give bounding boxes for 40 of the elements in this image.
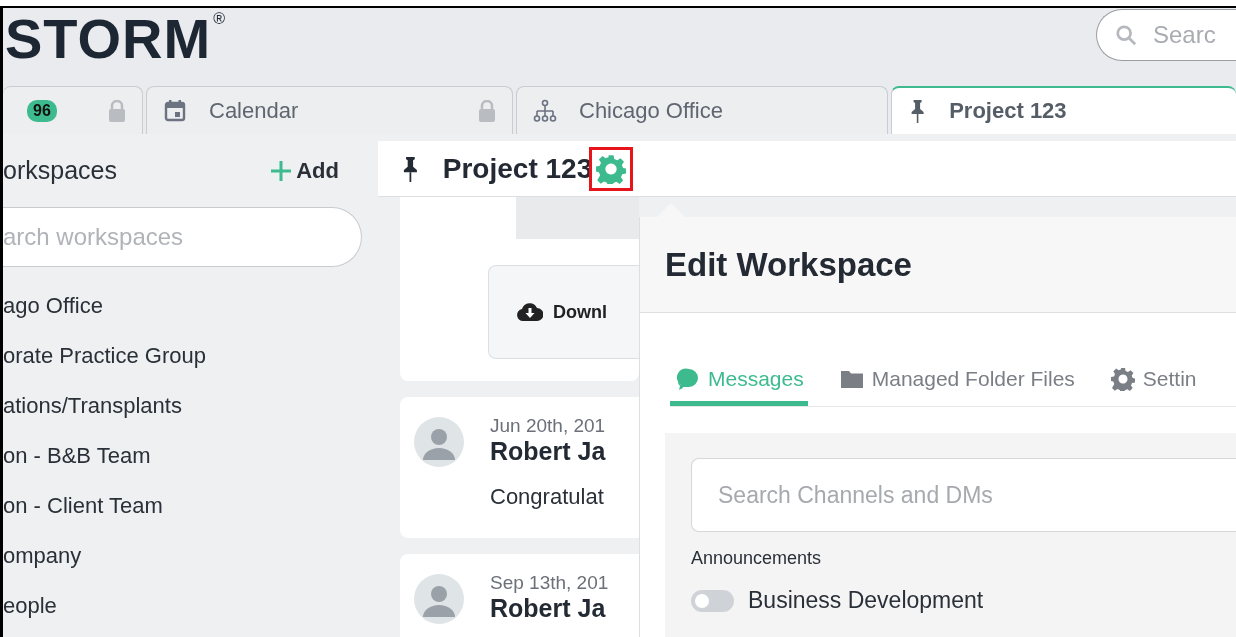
workspace-tab[interactable]: Chicago Office [516,86,888,134]
sidebar-item[interactable]: ations/Transplants [3,381,375,431]
calendar-icon [163,98,187,123]
sidebar-item[interactable]: orate Practice Group [3,331,375,381]
gear-icon [596,153,627,184]
message-date: Jun 20th, 201 [490,415,606,437]
message-date: Sep 13th, 201 [490,572,609,594]
cloud-download-icon [517,303,543,321]
sidebar-item[interactable]: eople [3,581,375,631]
message-text: Congratulat [490,484,605,510]
author-name: Robert Ja [490,594,607,623]
workspace-tab[interactable]: 96 [3,86,143,134]
hierarchy-icon [533,98,557,123]
chat-icon [676,367,700,391]
search-icon [1115,24,1137,46]
sidebar-item[interactable]: ago Office [3,281,375,331]
sidebar-title: orkspaces [3,156,117,185]
channel-name: Business Development [748,587,984,614]
sidebar-item[interactable]: on - Client Team [3,481,375,531]
gear-icon [1110,367,1135,391]
add-button[interactable]: Add [270,157,339,184]
download-button[interactable]: Downl [517,301,607,323]
avatar-icon [414,417,464,467]
brand-logo: STORM$^{®}$ [5,11,226,67]
count-badge: 96 [27,99,57,122]
section-label: Announcements [691,548,823,569]
plus-icon [270,159,293,182]
workspace-tab[interactable]: Calendar [146,86,513,134]
avatar-icon [414,574,464,624]
settings-button[interactable] [596,153,627,184]
popover-tab[interactable]: Managed Folder Files [833,361,1079,406]
sidebar-item[interactable]: on - B&B Team [3,431,375,481]
toggle-switch[interactable] [691,589,734,612]
sidebar-item[interactable]: ompany [3,531,375,581]
search-field[interactable]: Search Channels and DMs [691,458,1236,532]
author-name: Robert Ja [490,437,606,466]
popover-title: Edit Workspace [665,245,912,284]
workspace-tab[interactable]: Project 123 [891,86,1236,134]
popover-tab[interactable]: Settin [1104,361,1201,406]
search-field[interactable]: arch workspaces [3,207,362,267]
